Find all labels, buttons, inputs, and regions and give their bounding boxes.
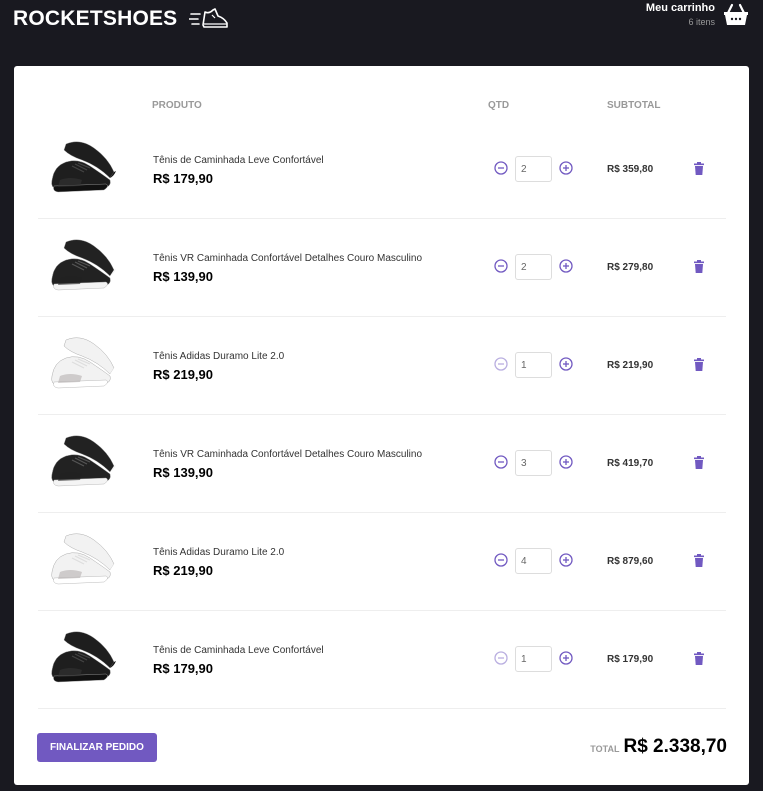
increment-button[interactable] (558, 356, 574, 374)
quantity-input[interactable] (515, 156, 552, 182)
column-header-qty: QTD (488, 100, 510, 111)
product-price: R$ 139,90 (153, 465, 213, 480)
cart-row: Tênis VR Caminhada Confortável Detalhes … (38, 415, 726, 513)
quantity-stepper (493, 548, 574, 574)
product-title: Tênis Adidas Duramo Lite 2.0 (153, 547, 285, 558)
quantity-input[interactable] (515, 254, 552, 280)
increment-button[interactable] (558, 650, 574, 668)
delete-button[interactable] (692, 652, 706, 666)
column-header-subtotal: SUBTOTAL (607, 100, 661, 111)
trash-icon (693, 456, 705, 472)
trash-icon (693, 260, 705, 276)
product-title: Tênis de Caminhada Leve Confortável (153, 645, 324, 656)
product-title: Tênis VR Caminhada Confortável Detalhes … (153, 449, 423, 460)
quantity-input[interactable] (515, 352, 552, 378)
quantity-input[interactable] (515, 450, 552, 476)
increment-button[interactable] (558, 160, 574, 178)
item-subtotal: R$ 179,90 (607, 654, 654, 665)
cart-total: TOTAL R$ 2.338,70 (590, 736, 727, 758)
product-image (44, 332, 122, 394)
cart-link[interactable]: Meu carrinho 6 itens (646, 2, 749, 27)
increment-button[interactable] (558, 258, 574, 276)
product-price: R$ 179,90 (153, 661, 213, 676)
product-title: Tênis Adidas Duramo Lite 2.0 (153, 351, 285, 362)
product-image (44, 136, 122, 198)
delete-button[interactable] (692, 554, 706, 568)
plus-circle-icon (559, 356, 573, 374)
plus-circle-icon (559, 160, 573, 178)
cart-row: Tênis de Caminhada Leve Confortável R$ 17… (38, 611, 726, 709)
cart-row: Tênis Adidas Duramo Lite 2.0 R$ 219,90 R$ … (38, 317, 726, 415)
delete-button[interactable] (692, 260, 706, 274)
product-title: Tênis VR Caminhada Confortável Detalhes … (153, 253, 423, 264)
product-image (44, 234, 122, 296)
trash-icon (693, 554, 705, 570)
cart-row: Tênis de Caminhada Leve Confortável R$ 17… (38, 121, 726, 219)
cart-container: PRODUTO QTD SUBTOTAL Tênis de Caminhada … (14, 66, 749, 785)
minus-circle-icon (494, 258, 508, 276)
item-subtotal: R$ 419,70 (607, 458, 654, 469)
item-subtotal: R$ 879,60 (607, 556, 654, 567)
product-price: R$ 179,90 (153, 171, 213, 186)
plus-circle-icon (559, 454, 573, 472)
cart-row: Tênis Adidas Duramo Lite 2.0 R$ 219,90 R$ … (38, 513, 726, 611)
delete-button[interactable] (692, 456, 706, 470)
quantity-input[interactable] (515, 646, 552, 672)
minus-circle-icon (494, 356, 508, 374)
item-subtotal: R$ 359,80 (607, 164, 654, 175)
product-image (44, 626, 122, 688)
minus-circle-icon (494, 160, 508, 178)
increment-button[interactable] (558, 552, 574, 570)
product-title: Tênis de Caminhada Leve Confortável (153, 155, 324, 166)
quantity-stepper (493, 254, 574, 280)
app-header: ROCKETSHOES Meu carrinho 6 itens (0, 0, 763, 66)
shopping-basket-icon (723, 3, 749, 27)
trash-icon (693, 162, 705, 178)
quantity-input[interactable] (515, 548, 552, 574)
decrement-button[interactable] (493, 650, 509, 668)
item-subtotal: R$ 279,80 (607, 262, 654, 273)
delete-button[interactable] (692, 358, 706, 372)
plus-circle-icon (559, 650, 573, 668)
quantity-stepper (493, 352, 574, 378)
cart-row: Tênis VR Caminhada Confortável Detalhes … (38, 219, 726, 317)
product-price: R$ 139,90 (153, 269, 213, 284)
minus-circle-icon (494, 552, 508, 570)
minus-circle-icon (494, 454, 508, 472)
logo-link[interactable]: ROCKETSHOES (13, 6, 229, 32)
quantity-stepper (493, 646, 574, 672)
trash-icon (693, 358, 705, 374)
decrement-button[interactable] (493, 454, 509, 472)
quantity-stepper (493, 156, 574, 182)
minus-circle-icon (494, 650, 508, 668)
decrement-button[interactable] (493, 160, 509, 178)
item-subtotal: R$ 219,90 (607, 360, 654, 371)
decrement-button[interactable] (493, 258, 509, 276)
column-header-product: PRODUTO (152, 100, 202, 111)
cart-title: Meu carrinho (645, 2, 715, 14)
total-label: TOTAL (590, 744, 620, 754)
quantity-stepper (493, 450, 574, 476)
plus-circle-icon (559, 552, 573, 570)
plus-circle-icon (559, 258, 573, 276)
increment-button[interactable] (558, 454, 574, 472)
trash-icon (693, 652, 705, 668)
total-value: R$ 2.338,70 (623, 736, 727, 757)
checkout-button[interactable]: Finalizar pedido (37, 733, 157, 762)
product-price: R$ 219,90 (153, 563, 213, 578)
product-image (44, 430, 122, 492)
running-shoe-icon (188, 6, 229, 32)
cart-summary: Meu carrinho 6 itens (646, 2, 715, 27)
decrement-button[interactable] (493, 552, 509, 570)
delete-button[interactable] (692, 162, 706, 176)
cart-item-count: 6 itens (688, 17, 715, 27)
logo-text: ROCKETSHOES (13, 7, 178, 30)
product-price: R$ 219,90 (153, 367, 213, 382)
decrement-button[interactable] (493, 356, 509, 374)
product-image (44, 528, 122, 590)
